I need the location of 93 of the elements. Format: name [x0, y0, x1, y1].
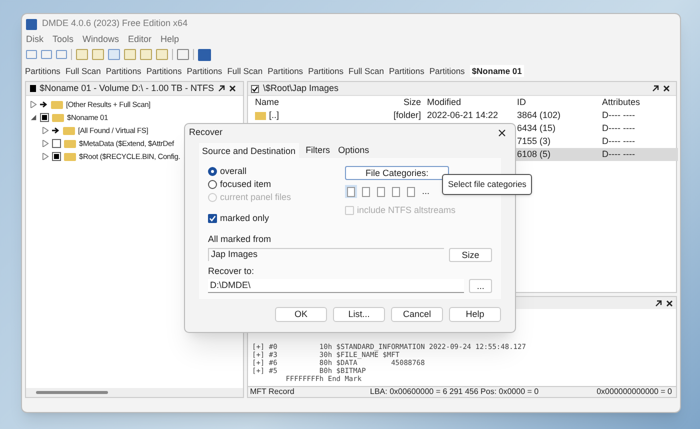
status-text: MFT Record: [249, 386, 296, 398]
close-icon[interactable]: [666, 300, 673, 306]
window-title: DMDE 4.0.6 (2023) Free Edition x64: [42, 17, 188, 30]
menu-item[interactable]: Help: [160, 33, 180, 47]
folder-icon: [51, 100, 63, 108]
file-type-toggle[interactable]: [375, 185, 387, 198]
more-categories[interactable]: ...: [422, 184, 430, 198]
field-label: All marked from: [208, 233, 272, 246]
source-field[interactable]: Jap Images: [208, 248, 444, 261]
file-type-toggle[interactable]: [405, 185, 417, 198]
maximize-pane-icon[interactable]: [652, 85, 659, 92]
dialog-button[interactable]: OK: [275, 307, 327, 322]
size-button[interactable]: Size: [448, 248, 492, 262]
expand-icon[interactable]: [30, 101, 37, 108]
radio-label: focused item: [220, 178, 272, 191]
dialog-button[interactable]: List...: [333, 307, 385, 322]
status-text: 0x000000000000 = 0: [596, 386, 673, 398]
menu-item[interactable]: Disk: [26, 33, 44, 47]
table-cell-text: [..]: [269, 109, 280, 122]
dialog-button[interactable]: Help: [449, 307, 501, 322]
dialog-button[interactable]: Cancel: [391, 307, 443, 322]
mark-checkbox[interactable]: [52, 152, 61, 161]
field-label: Recover to:: [208, 264, 256, 278]
dialog-title: Recover: [189, 126, 223, 140]
radio-button[interactable]: [208, 167, 217, 176]
column-header[interactable]: ID: [513, 96, 598, 110]
app-logo-icon: [26, 18, 37, 30]
folder-icon: [52, 114, 64, 122]
table-cell: D---- ----: [602, 110, 635, 120]
partition-icon: [30, 85, 36, 92]
close-icon[interactable]: [663, 85, 670, 92]
checkbox-label: include NTFS altstreams: [357, 204, 456, 217]
mark-checkbox[interactable]: [40, 113, 49, 122]
tab[interactable]: Partitions: [106, 64, 142, 78]
menu-item[interactable]: Editor: [128, 33, 152, 47]
arrow-mark-icon: [40, 101, 48, 108]
collapse-icon[interactable]: [30, 114, 37, 121]
close-icon[interactable]: [498, 129, 506, 137]
file-type-toggle[interactable]: [345, 185, 357, 198]
file-type-toggle[interactable]: [360, 185, 372, 198]
file-type-toggle[interactable]: [390, 185, 402, 198]
tab[interactable]: Partitions: [25, 64, 60, 78]
table-cell: [folder]: [393, 110, 421, 120]
radio-label: overall: [220, 164, 247, 178]
tab[interactable]: Options: [337, 144, 370, 158]
mark-checkbox[interactable]: [52, 139, 61, 148]
file-row[interactable]: [..] [folder] 2022-06-21 14:22 3864 (102) D---- ----: [248, 109, 678, 122]
tab[interactable]: Full Scan: [348, 64, 384, 78]
pane-title: $Noname 01 - Volume D:\ - 1.00 TB - NTFS: [40, 82, 214, 95]
menu-item[interactable]: Tools: [52, 33, 74, 47]
tab[interactable]: Partitions: [429, 64, 465, 78]
column-header[interactable]: Modified: [423, 96, 513, 110]
folder-icon: [63, 126, 75, 134]
folder-icon: [64, 152, 76, 160]
file-categories-button[interactable]: File Categories:: [345, 166, 449, 180]
radio-label: current panel files: [220, 190, 292, 204]
maximize-pane-icon[interactable]: [655, 300, 662, 306]
tab[interactable]: Partitions: [146, 64, 182, 78]
tab[interactable]: Source and Destination: [199, 143, 299, 158]
column-header[interactable]: Attributes: [598, 96, 678, 110]
table-cell: D---- ----: [602, 149, 635, 159]
arrow-mark-icon: [52, 127, 60, 134]
table-cell: 6108 (5): [517, 149, 551, 159]
column-header[interactable]: Size: [387, 96, 423, 110]
tab[interactable]: Filters: [304, 144, 332, 158]
tab[interactable]: Partitions: [308, 64, 344, 78]
menu-item[interactable]: Windows: [82, 33, 120, 47]
tooltip: Select file categories: [442, 174, 532, 195]
target-field[interactable]: D:\DMDE\: [208, 279, 464, 293]
table-cell: 2022-06-21 14:22: [427, 110, 498, 120]
tab[interactable]: Partitions: [186, 64, 222, 78]
tab[interactable]: Full Scan: [227, 64, 263, 78]
tab[interactable]: Partitions: [268, 64, 304, 78]
column-header[interactable]: Name: [251, 96, 387, 110]
table-cell: D---- ----: [602, 136, 635, 146]
table-cell: 3864 (102): [517, 110, 561, 120]
close-icon[interactable]: [229, 85, 236, 92]
folder-icon: [64, 140, 76, 148]
browse-button[interactable]: ...: [469, 279, 492, 293]
folder-icon: [255, 112, 266, 120]
tab[interactable]: Partitions: [388, 64, 424, 78]
table-cell: 7155 (3): [517, 136, 551, 146]
tab[interactable]: Full Scan: [65, 64, 101, 78]
checkbox-label: marked only: [220, 212, 270, 225]
app-logo-icon[interactable]: [198, 48, 211, 60]
scrollbar-thumb[interactable]: [36, 391, 108, 394]
status-text: LBA: 0x00600000 = 6 291 456 Pos: 0x0000 = 0: [369, 386, 539, 398]
maximize-pane-icon[interactable]: [218, 85, 225, 92]
table-cell: 6434 (15): [517, 123, 556, 133]
radio-button[interactable]: [208, 180, 217, 189]
pane-title: \$Root\Jap Images: [263, 82, 339, 95]
table-cell: D---- ----: [602, 123, 635, 133]
tab[interactable]: $Noname 01: [470, 64, 524, 78]
